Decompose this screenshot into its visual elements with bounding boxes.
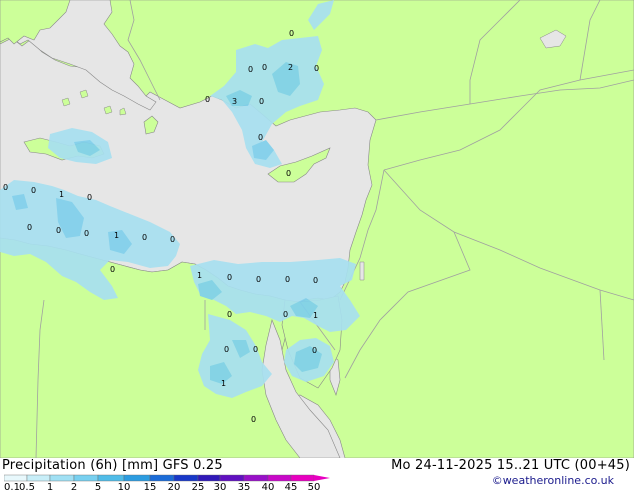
map-value-label: 0 bbox=[314, 64, 319, 73]
map-value-label: 0 bbox=[3, 183, 8, 192]
map-value-label: 0 bbox=[110, 265, 115, 274]
map-value-label: 0 bbox=[258, 133, 263, 142]
map-value-label: 3 bbox=[232, 97, 237, 106]
scale-swatch bbox=[26, 474, 51, 482]
scale-tick-label: 30 bbox=[213, 482, 227, 493]
map-value-label: 0 bbox=[31, 186, 36, 195]
map-value-label: 0 bbox=[313, 276, 318, 285]
scale-tick-label: 40 bbox=[261, 482, 275, 493]
scale-swatch bbox=[219, 474, 245, 482]
scale-tick-label: 5 bbox=[94, 482, 102, 493]
map-value-label: 0 bbox=[27, 223, 32, 232]
map-value-label: 1 bbox=[221, 379, 226, 388]
scale-tick-label: 35 bbox=[237, 482, 251, 493]
map-title: Precipitation (6h) [mm] GFS 0.25 bbox=[2, 458, 223, 473]
map-value-label: 0 bbox=[283, 310, 288, 319]
map-value-label: 0 bbox=[248, 65, 253, 74]
map-value-label: 0 bbox=[227, 310, 232, 319]
map-value-label: 0 bbox=[286, 169, 291, 178]
map-value-label: 1 bbox=[59, 190, 64, 199]
map-value-label: 1 bbox=[114, 231, 119, 240]
scale-tick-label: 2 bbox=[70, 482, 78, 493]
scale-swatch bbox=[49, 474, 75, 482]
valid-time: Mo 24-11-2025 15..21 UTC (00+45) bbox=[391, 458, 630, 473]
map-value-label: 1 bbox=[313, 311, 318, 320]
scale-tick-label: 15 bbox=[143, 482, 157, 493]
scale-tick-label: 10 bbox=[117, 482, 131, 493]
map-value-label: 0 bbox=[289, 29, 294, 38]
scale-swatch bbox=[197, 474, 221, 482]
scale-swatch bbox=[123, 474, 151, 482]
scale-tick-label: 50 bbox=[307, 482, 321, 493]
legend-area: Precipitation (6h) [mm] GFS 0.25 Mo 24-1… bbox=[0, 458, 634, 493]
precipitation-map: 0 0 0 2 0 0 3 0 0 0 0 0 1 0 0 0 0 1 0 0 … bbox=[0, 0, 634, 458]
scale-swatch bbox=[4, 474, 28, 482]
map-value-label: 0 bbox=[262, 63, 267, 72]
map-value-label: 0 bbox=[256, 275, 261, 284]
map-value-label: 0 bbox=[253, 345, 258, 354]
map-value-label: 0 bbox=[251, 415, 256, 424]
map-value-label: 0 bbox=[84, 229, 89, 238]
map-value-label: 0 bbox=[142, 233, 147, 242]
scale-tick-label: 0.5 bbox=[19, 482, 35, 493]
scale-swatch bbox=[290, 474, 315, 482]
map-value-label: 0 bbox=[227, 273, 232, 282]
map-value-label: 0 bbox=[312, 346, 317, 355]
map-canvas: 0 0 0 2 0 0 3 0 0 0 0 0 1 0 0 0 0 1 0 0 … bbox=[0, 0, 634, 458]
map-value-label: 1 bbox=[197, 271, 202, 280]
scale-swatch bbox=[267, 474, 292, 482]
scale-arrow bbox=[314, 475, 330, 481]
scale-tick-label: 20 bbox=[167, 482, 181, 493]
scale-tick-label: 0.1 bbox=[4, 482, 20, 493]
map-value-label: 0 bbox=[170, 235, 175, 244]
scale-swatch bbox=[97, 474, 125, 482]
map-value-label: 0 bbox=[224, 345, 229, 354]
map-value-label: 0 bbox=[87, 193, 92, 202]
scale-swatch bbox=[73, 474, 99, 482]
scale-tick-label: 45 bbox=[284, 482, 298, 493]
scale-swatch bbox=[243, 474, 269, 482]
map-value-label: 0 bbox=[285, 275, 290, 284]
scale-swatch bbox=[149, 474, 175, 482]
scale-tick-label: 1 bbox=[46, 482, 54, 493]
map-value-label: 0 bbox=[56, 226, 61, 235]
map-value-label: 2 bbox=[288, 63, 293, 72]
map-value-label: 0 bbox=[259, 97, 264, 106]
scale-tick-label: 25 bbox=[191, 482, 205, 493]
scale-swatch bbox=[173, 474, 199, 482]
lake-dead-sea bbox=[359, 261, 365, 281]
map-value-label: 0 bbox=[205, 95, 210, 104]
credit-link[interactable]: ©weatheronline.co.uk bbox=[492, 474, 614, 487]
